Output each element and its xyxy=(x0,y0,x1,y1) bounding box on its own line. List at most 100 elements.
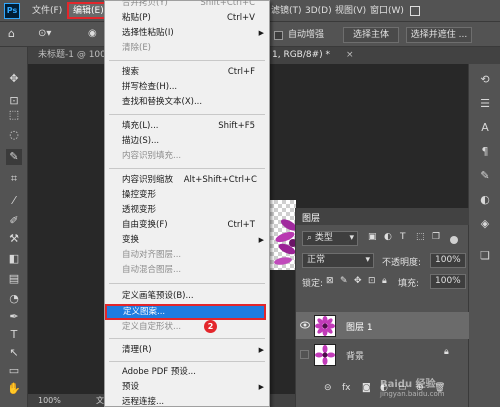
help-icon[interactable] xyxy=(410,6,420,16)
filter-type-icon[interactable]: T xyxy=(400,232,406,242)
annotation-highlight-box xyxy=(105,304,266,320)
lock-position-icon[interactable]: ✥ xyxy=(354,276,362,286)
filter-pixel-icon[interactable]: ▣ xyxy=(368,232,377,242)
menu-window[interactable]: 窗口(W) xyxy=(370,0,404,22)
menu-item-purge[interactable]: 清理(R) ▶ xyxy=(105,343,269,357)
menu-item-puppet-warp[interactable]: 操控变形 xyxy=(105,188,269,202)
lock-all-icon[interactable]: 🔒︎ xyxy=(382,276,387,286)
fill-field[interactable]: 100% xyxy=(430,274,466,289)
tab-active-document[interactable]: 1, RGB/8#) * xyxy=(272,47,330,64)
menu-item-stroke[interactable]: 描边(S)... xyxy=(105,134,269,148)
layers-panel-icon[interactable]: ❏ xyxy=(477,248,493,264)
menu-item-paste-special[interactable]: 选择性粘贴(I) ▶ xyxy=(105,26,269,40)
move-tool-icon[interactable]: ✥ xyxy=(6,71,22,87)
type-tool-icon[interactable]: T xyxy=(6,327,22,343)
layer-row-layer-1[interactable]: 图层 1 xyxy=(296,312,469,339)
menu-view[interactable]: 视图(V) xyxy=(335,0,366,22)
lock-transparent-icon[interactable]: ⊠ xyxy=(326,276,334,286)
clone-stamp-tool-icon[interactable]: ⚒ xyxy=(6,231,22,247)
menu-item-remote-connections[interactable]: 远程连接... xyxy=(105,395,269,407)
hand-tool-icon[interactable]: ✋ xyxy=(6,381,22,397)
menu-item-presets[interactable]: 预设 ▶ xyxy=(105,380,269,394)
quick-select-tool-icon[interactable]: ⊙▾ xyxy=(38,27,60,41)
opacity-field[interactable]: 100% xyxy=(430,253,466,268)
lock-artboard-icon[interactable]: ⊡ xyxy=(368,276,376,286)
crop-tool-icon[interactable]: ⌗ xyxy=(6,171,22,187)
menu-item-content-aware-fill[interactable]: 内容识别填充... xyxy=(105,149,269,163)
menu-item-define-brush-preset[interactable]: 定义画笔预设(B)... xyxy=(105,289,269,303)
auto-enhance-checkbox[interactable] xyxy=(274,31,283,40)
menu-item-auto-align-layers[interactable]: 自动对齐图层... xyxy=(105,248,269,262)
path-selection-tool-icon[interactable]: ↖ xyxy=(6,345,22,361)
gradient-tool-icon[interactable]: ▤ xyxy=(6,271,22,287)
link-icon[interactable]: ⊝ xyxy=(324,383,332,393)
styles-icon[interactable]: ◈ xyxy=(477,216,493,232)
layers-panel-title[interactable]: 图层 xyxy=(302,211,320,224)
visibility-eye-icon[interactable] xyxy=(300,321,310,329)
menu-item-transform[interactable]: 变换 ▶ xyxy=(105,233,269,247)
pen-tool-icon[interactable]: ✒ xyxy=(6,309,22,325)
filter-toggle-icon[interactable] xyxy=(450,236,458,244)
menu-item-define-custom-shape[interactable]: 定义自定形状... xyxy=(105,320,269,334)
menu-edit[interactable]: 编辑(E) xyxy=(67,2,106,19)
menu-item-free-transform[interactable]: 自由变换(F) Ctrl+T xyxy=(105,218,269,232)
close-tab-icon[interactable]: × xyxy=(346,47,354,64)
tab-untitled-1[interactable]: 未标题-1 @ 100% xyxy=(38,47,114,64)
menu-filter[interactable]: 滤镜(T) xyxy=(271,0,302,22)
layer-name[interactable]: 图层 1 xyxy=(346,320,373,333)
submenu-arrow-icon: ▶ xyxy=(258,29,264,37)
menu-item-spell-check[interactable]: 拼写检查(H)... xyxy=(105,80,269,94)
menu-item-paste[interactable]: 粘贴(P) Ctrl+V xyxy=(105,11,269,25)
adjustments-icon[interactable]: ◐ xyxy=(477,192,493,208)
character-icon[interactable]: A xyxy=(477,120,493,136)
brush-tool-icon[interactable]: ✐ xyxy=(6,213,22,229)
mask-icon[interactable]: ◙ xyxy=(362,383,371,393)
watermark-title: Baidu 经验 xyxy=(380,379,436,390)
document-info[interactable]: 文 xyxy=(96,394,104,407)
menu-item-search[interactable]: 搜索 Ctrl+F xyxy=(105,65,269,79)
dodge-tool-icon[interactable]: ◔ xyxy=(6,291,22,307)
home-icon[interactable]: ⌂ xyxy=(8,27,22,41)
menu-item-content-aware-scale[interactable]: 内容识别缩放 Alt+Shift+Ctrl+C xyxy=(105,173,269,187)
marquee-tool-icon[interactable]: ⬚ xyxy=(6,107,22,123)
tools-panel: ✥ ⊡ ⬚ ◌ ✎ ⌗ ⁄ ✐ ⚒ ◧ ▤ ◔ ✒ T ↖ ▭ ✋ xyxy=(0,47,28,407)
fx-icon[interactable]: fx xyxy=(342,383,351,393)
rectangle-tool-icon[interactable]: ▭ xyxy=(6,363,22,379)
filter-shape-icon[interactable]: ⬚ xyxy=(416,232,425,242)
menu-item-auto-blend-layers[interactable]: 自动混合图层... xyxy=(105,263,269,277)
properties-icon[interactable]: ☰ xyxy=(477,96,493,112)
select-and-mask-button[interactable]: 选择并遮住 ... xyxy=(406,27,472,43)
menu-item-perspective-warp[interactable]: 透视变形 xyxy=(105,203,269,217)
lock-image-icon[interactable]: ✎ xyxy=(340,276,348,286)
quick-selection-tool-icon[interactable]: ✎ xyxy=(6,149,22,165)
layer-name[interactable]: 背景 xyxy=(346,349,364,362)
filter-smart-object-icon[interactable]: ❐ xyxy=(432,232,440,242)
menu-file[interactable]: 文件(F) xyxy=(32,0,62,22)
blend-mode-dropdown[interactable]: 正常 ▾ xyxy=(302,253,374,268)
paragraph-icon[interactable]: ¶ xyxy=(477,144,493,160)
fill-label: 填充: xyxy=(398,279,420,289)
filter-adjustment-icon[interactable]: ◐ xyxy=(384,232,392,242)
menu-separator xyxy=(109,361,265,362)
eyedropper-tool-icon[interactable]: ⁄ xyxy=(6,193,22,209)
menu-item-clear[interactable]: 清除(E) xyxy=(105,41,269,55)
menu-item-copy-merged[interactable]: 合并拷贝(Y) Shift+Ctrl+C xyxy=(105,0,269,10)
brushes-icon[interactable]: ✎ xyxy=(477,168,493,184)
menu-item-adobe-pdf-presets[interactable]: Adobe PDF 预设... xyxy=(105,365,269,379)
history-icon[interactable]: ⟲ xyxy=(477,72,493,88)
lasso-tool-icon[interactable]: ◌ xyxy=(6,127,22,143)
submenu-arrow-icon: ▶ xyxy=(258,383,264,391)
menu-item-find-replace[interactable]: 查找和替换文本(X)... xyxy=(105,95,269,109)
select-subject-button[interactable]: 选择主体 xyxy=(343,27,399,43)
menu-3d[interactable]: 3D(D) xyxy=(305,0,332,22)
zoom-level[interactable]: 100% xyxy=(38,394,61,407)
brush-mode-icon[interactable]: ◉ xyxy=(88,27,104,41)
layer-row-background[interactable]: 背景 🔒︎ xyxy=(296,341,469,368)
opacity-label: 不透明度: xyxy=(382,258,422,268)
eraser-tool-icon[interactable]: ◧ xyxy=(6,251,22,267)
menu-item-fill[interactable]: 填充(L)... Shift+F5 xyxy=(105,119,269,133)
chevron-down-icon: ▾ xyxy=(365,255,370,265)
visibility-toggle-empty[interactable] xyxy=(300,350,309,359)
layer-filter-value: 类型 xyxy=(314,233,333,243)
layer-filter-dropdown[interactable]: ⌕ 类型 ▾ xyxy=(302,231,358,246)
